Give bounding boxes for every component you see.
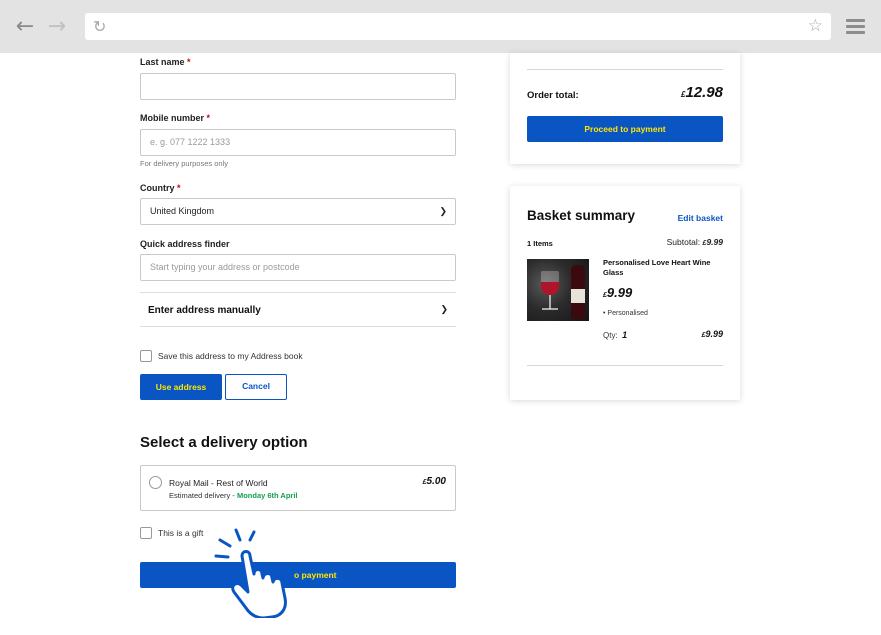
delivery-radio[interactable]	[149, 476, 162, 489]
order-total-card: Order total: £12.98 Proceed to payment	[510, 53, 740, 164]
gift-checkbox[interactable]	[140, 527, 152, 539]
proceed-to-payment-button-top[interactable]: Proceed to payment	[527, 116, 723, 142]
country-select[interactable]: United Kingdom ❯	[140, 198, 456, 225]
basket-summary-title: Basket summary	[527, 208, 636, 223]
divider	[527, 69, 723, 70]
order-total-label: Order total:	[527, 90, 579, 101]
delivery-option-name: Royal Mail - Rest of World	[169, 478, 268, 488]
mobile-number-label: Mobile number *	[140, 113, 211, 123]
address-finder-input[interactable]: Start typing your address or postcode	[140, 254, 456, 281]
use-address-button[interactable]: Use address	[140, 374, 222, 400]
delivery-option-card[interactable]: Royal Mail - Rest of World Estimated del…	[140, 465, 456, 511]
gift-label: This is a gift	[158, 528, 204, 538]
last-name-field[interactable]	[140, 73, 456, 100]
save-address-label: Save this address to my Address book	[158, 351, 303, 361]
cancel-button[interactable]: Cancel	[225, 374, 287, 400]
country-label: Country *	[140, 183, 181, 193]
order-total-value: £12.98	[681, 84, 723, 101]
address-bar[interactable]: ↻ ☆	[85, 13, 831, 40]
delivery-price: £5.00	[422, 476, 446, 487]
basket-subtotal: Subtotal: £9.99	[666, 237, 723, 247]
product-price: £9.99	[603, 285, 633, 300]
edit-basket-link[interactable]: Edit basket	[678, 213, 723, 223]
address-finder-label: Quick address finder	[140, 239, 230, 249]
divider	[527, 365, 723, 366]
enter-address-manually-toggle[interactable]: Enter address manually ❯	[140, 292, 456, 327]
star-icon[interactable]: ☆	[808, 16, 823, 36]
chevron-down-icon: ❯	[440, 304, 448, 314]
basket-summary-card: Basket summary Edit basket 1 Items Subto…	[510, 186, 740, 400]
delivery-date: Monday 6th April	[236, 491, 298, 500]
delivery-option-heading: Select a delivery option	[140, 434, 308, 451]
product-name[interactable]: Personalised Love Heart Wine Glass	[603, 258, 728, 278]
mobile-hint: For delivery purposes only	[140, 159, 228, 168]
forward-arrow-icon[interactable]: →	[44, 14, 70, 40]
chevron-down-icon: ❯	[439, 206, 447, 216]
save-address-checkbox[interactable]	[140, 350, 152, 362]
hamburger-menu-icon[interactable]	[846, 19, 865, 34]
reload-icon[interactable]: ↻	[93, 17, 106, 36]
delivery-estimate: Estimated delivery - Monday 6th April	[169, 491, 298, 500]
back-arrow-icon[interactable]: ←	[12, 14, 38, 40]
product-option: • Personalised	[603, 310, 648, 317]
browser-toolbar: ← → ↻ ☆	[0, 0, 881, 53]
last-name-label: Last name *	[140, 57, 191, 67]
product-line-total: £9.99	[701, 329, 723, 339]
basket-items-count: 1 Items	[527, 239, 553, 248]
product-image[interactable]	[527, 259, 589, 321]
mobile-number-field[interactable]: e. g. 077 1222 1333	[140, 129, 456, 156]
hand-pointer-icon	[214, 528, 287, 618]
product-quantity: Qty: 1	[603, 330, 628, 340]
enter-address-manually-label: Enter address manually	[148, 305, 261, 316]
